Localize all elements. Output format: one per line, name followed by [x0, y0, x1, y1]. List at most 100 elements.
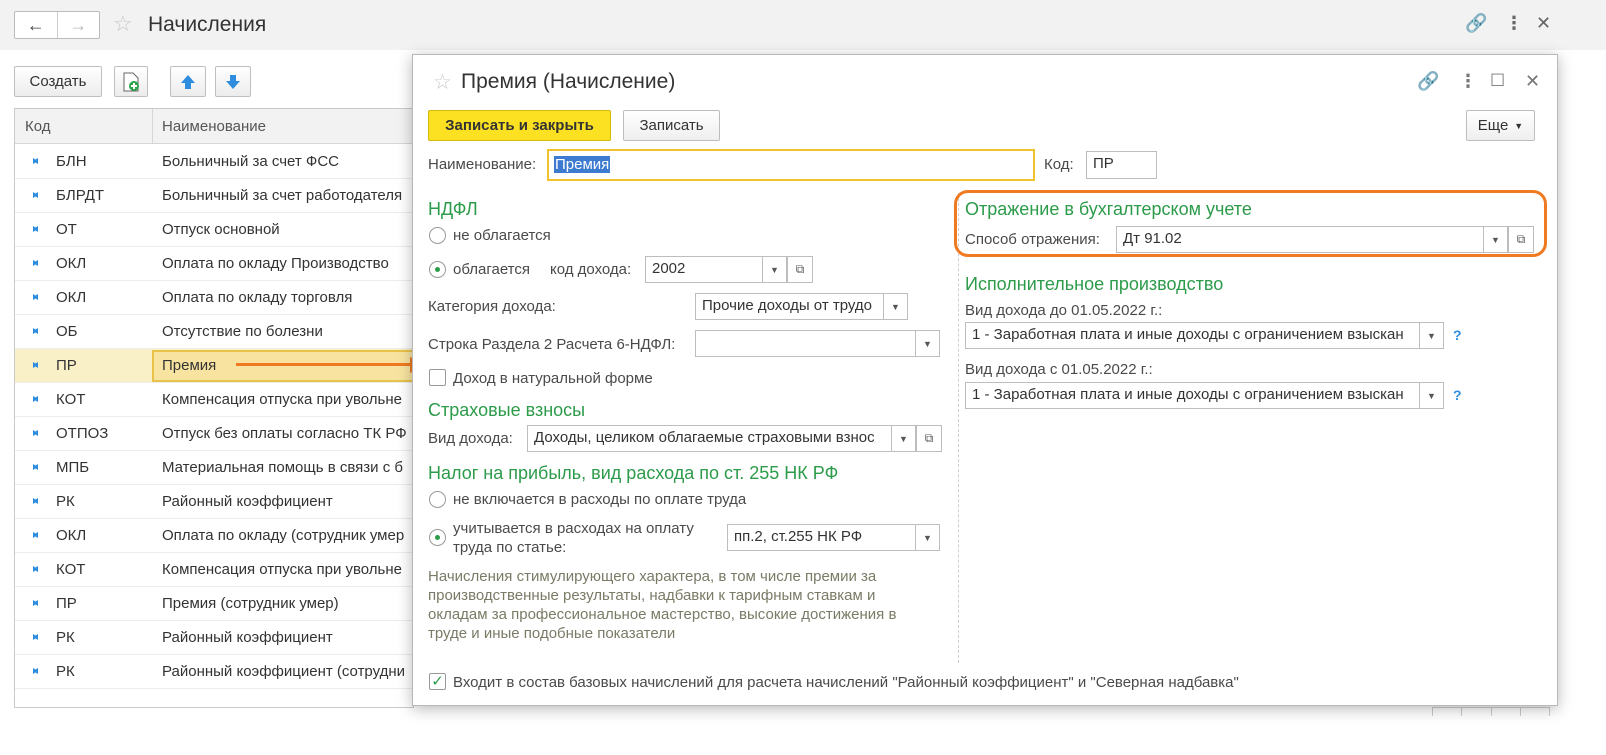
insurance-section-title: Страховые взносы	[428, 400, 586, 420]
nav-buttons: ← →	[14, 11, 100, 39]
chevron-down-icon: ▼	[891, 301, 900, 312]
name-label: Наименование:	[428, 156, 537, 173]
radio-included-label-line1: учитывается в расходах на оплату	[453, 520, 694, 537]
row-marker-icon	[28, 464, 39, 471]
more-button[interactable]: Еще ▼	[1466, 110, 1535, 141]
report-line-input[interactable]	[695, 330, 916, 357]
income-category-dropdown[interactable]: ▼	[884, 293, 908, 320]
table-row[interactable]: ОКЛ Оплата по окладу (сотрудник умер	[15, 519, 413, 553]
chevron-down-icon: ▼	[899, 433, 908, 444]
save-button[interactable]: Записать	[623, 110, 720, 141]
table-row[interactable]: БЛН Больничный за счет ФСС	[15, 145, 413, 179]
income-type-after-dropdown[interactable]: ▼	[1420, 382, 1444, 409]
arrow-up-icon	[181, 74, 195, 89]
document-add-icon	[123, 72, 139, 91]
cell-code: РК	[56, 629, 75, 646]
cell-name: Районный коэффициент	[162, 493, 333, 510]
table-row[interactable]: ОКЛ Оплата по окладу Производство	[15, 247, 413, 281]
code-input[interactable]: ПР	[1086, 151, 1157, 179]
more-label: Еще	[1477, 117, 1509, 134]
link-icon[interactable]: 🔗	[1417, 72, 1439, 90]
income-type-after-input[interactable]: 1 - Заработная плата и иные доходы с огр…	[965, 382, 1420, 409]
radio-taxed[interactable]	[429, 261, 446, 278]
article-input[interactable]: пп.2, ст.255 НК РФ	[727, 524, 916, 551]
table-row[interactable]: ОБ Отсутствие по болезни	[15, 315, 413, 349]
accruals-table: Код Наименование БЛН Больничный за счет Ф…	[14, 108, 414, 708]
name-value: Премия	[554, 156, 611, 173]
base-accruals-label: Входит в состав базовых начислений для р…	[453, 674, 1239, 691]
chevron-down-icon: ▼	[770, 264, 779, 275]
cell-code: РК	[56, 493, 75, 510]
article-dropdown[interactable]: ▼	[916, 524, 940, 551]
help-icon[interactable]: ?	[1453, 327, 1462, 343]
close-icon[interactable]: ✕	[1525, 72, 1540, 90]
radio-not-taxed[interactable]	[429, 227, 446, 244]
enforcement-section-title: Исполнительное производство	[965, 274, 1224, 294]
income-type-before-input[interactable]: 1 - Заработная плата и иные доходы с огр…	[965, 322, 1420, 349]
cell-code: КОТ	[56, 561, 86, 578]
create-button[interactable]: Создать	[14, 66, 102, 97]
accounting-highlight	[954, 190, 1547, 257]
column-header-code[interactable]: Код	[25, 118, 51, 135]
radio-excluded[interactable]	[429, 491, 446, 508]
move-up-button[interactable]	[170, 66, 206, 97]
column-header-name[interactable]: Наименование	[162, 118, 266, 135]
name-input[interactable]: Премия	[547, 149, 1035, 181]
table-row[interactable]: ПР Премия	[15, 349, 413, 383]
more-vertical-icon[interactable]: ⋮	[1505, 14, 1523, 32]
chevron-down-icon: ▼	[923, 532, 932, 543]
table-row[interactable]: МПБ Материальная помощь в связи с б	[15, 451, 413, 485]
cell-code: ОКЛ	[56, 289, 87, 306]
code-label: Код:	[1044, 156, 1074, 173]
forward-button[interactable]: →	[56, 12, 100, 38]
insurance-income-type-open-button[interactable]: ⧉	[916, 425, 942, 452]
maximize-icon[interactable]: ☐	[1490, 72, 1505, 89]
annotation-arrow	[236, 363, 412, 366]
more-vertical-icon[interactable]: ⋮	[1459, 72, 1477, 90]
cell-name: Отсутствие по болезни	[162, 323, 323, 340]
table-row[interactable]: ОКЛ Оплата по окладу торговля	[15, 281, 413, 315]
favorite-star-icon[interactable]: ☆	[433, 72, 452, 93]
close-icon[interactable]: ✕	[1536, 14, 1551, 32]
back-button[interactable]: ←	[15, 12, 57, 38]
cell-code: ОКЛ	[56, 255, 87, 272]
income-type-after-label: Вид дохода с 01.05.2022 г.:	[965, 361, 1153, 378]
natural-income-checkbox[interactable]	[429, 369, 446, 386]
income-type-before-dropdown[interactable]: ▼	[1420, 322, 1444, 349]
row-marker-icon	[28, 260, 39, 267]
table-row[interactable]: ОТПОЗ Отпуск без оплаты согласно ТК РФ	[15, 417, 413, 451]
table-row[interactable]: РК Районный коэффициент (сотрудни	[15, 655, 413, 689]
favorite-star-icon[interactable]: ☆	[113, 13, 133, 35]
cell-name: Компенсация отпуска при увольне	[162, 391, 402, 408]
add-copy-button[interactable]	[114, 66, 148, 97]
income-category-input[interactable]: Прочие доходы от трудо	[695, 293, 884, 320]
row-marker-icon	[28, 498, 39, 505]
save-and-close-button[interactable]: Записать и закрыть	[428, 110, 611, 141]
base-accruals-checkbox[interactable]: ✓	[429, 673, 446, 690]
income-code-open-button[interactable]: ⧉	[787, 256, 813, 283]
chevron-down-icon: ▼	[923, 338, 932, 349]
cell-code: БЛН	[56, 153, 87, 170]
table-row[interactable]: РК Районный коэффициент	[15, 485, 413, 519]
row-marker-icon	[28, 532, 39, 539]
help-icon[interactable]: ?	[1453, 387, 1462, 403]
income-code-input[interactable]: 2002	[645, 256, 763, 283]
income-code-label: код дохода:	[550, 261, 632, 278]
chevron-down-icon: ▼	[1427, 390, 1436, 401]
insurance-income-type-input[interactable]: Доходы, целиком облагаемые страховыми вз…	[527, 425, 892, 452]
table-row[interactable]: КОТ Компенсация отпуска при увольне	[15, 553, 413, 587]
row-marker-icon	[28, 294, 39, 301]
report-line-dropdown[interactable]: ▼	[916, 330, 940, 357]
table-row[interactable]: КОТ Компенсация отпуска при увольне	[15, 383, 413, 417]
move-down-button[interactable]	[215, 66, 251, 97]
table-row[interactable]: БЛРДТ Больничный за счет работодателя	[15, 179, 413, 213]
ndfl-section-title: НДФЛ	[428, 199, 478, 219]
insurance-income-type-dropdown[interactable]: ▼	[892, 425, 916, 452]
cell-name: Отпуск без оплаты согласно ТК РФ	[162, 425, 407, 442]
table-row[interactable]: РК Районный коэффициент	[15, 621, 413, 655]
table-row[interactable]: ОТ Отпуск основной	[15, 213, 413, 247]
table-row[interactable]: ПР Премия (сотрудник умер)	[15, 587, 413, 621]
income-code-dropdown[interactable]: ▼	[763, 256, 787, 283]
link-icon[interactable]: 🔗	[1465, 14, 1487, 32]
radio-included[interactable]	[429, 529, 446, 546]
